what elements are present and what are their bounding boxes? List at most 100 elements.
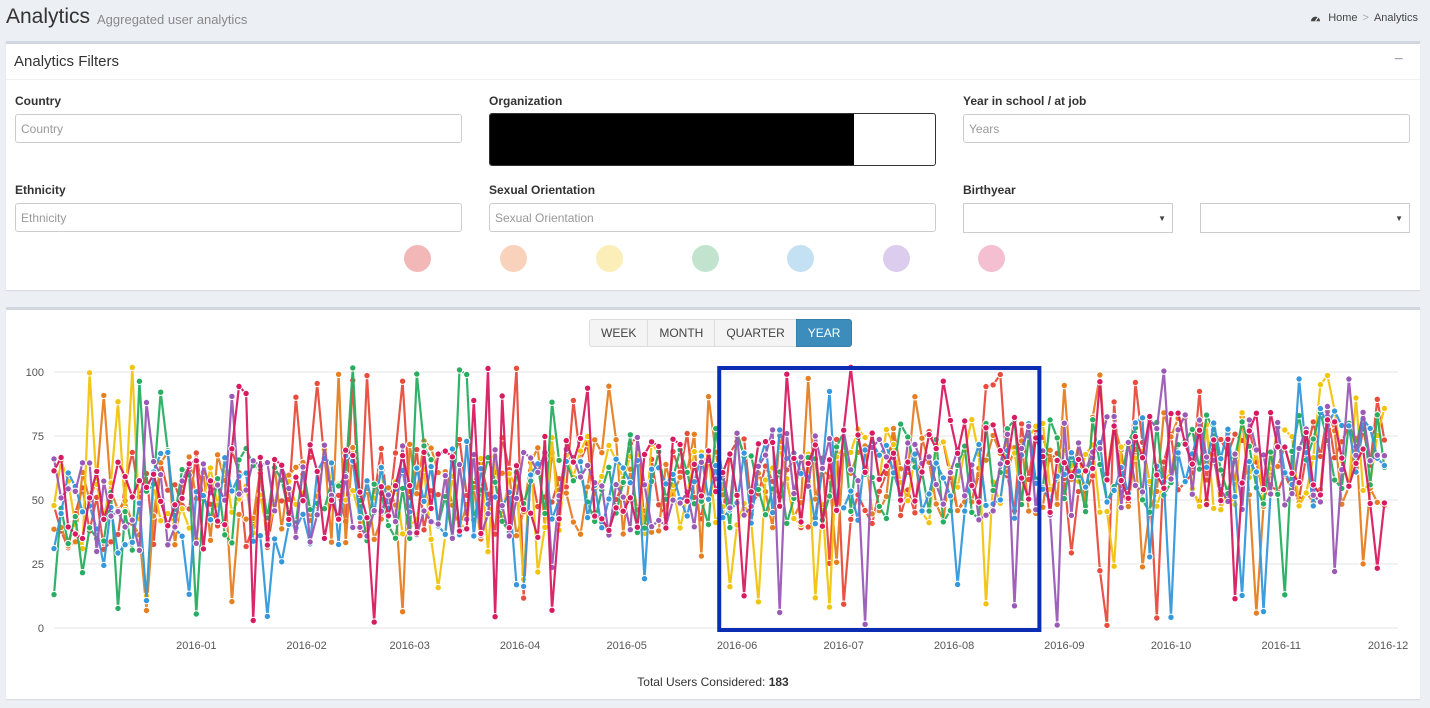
data-point (135, 477, 144, 485)
data-point (747, 452, 755, 460)
data-point (1025, 495, 1033, 503)
data-point (975, 440, 983, 449)
data-point (228, 445, 236, 453)
y-tick-label: 0 (38, 623, 44, 635)
data-point (78, 459, 87, 467)
data-point (1096, 508, 1104, 516)
data-point (1224, 425, 1232, 433)
data-point (484, 510, 492, 518)
data-point (178, 532, 186, 540)
data-point (832, 443, 841, 451)
period-button-week[interactable]: WEEK (589, 319, 649, 347)
year-label: Year in school / at job (963, 94, 1087, 108)
data-point (726, 450, 734, 458)
data-point (726, 523, 734, 532)
data-point (1323, 402, 1332, 411)
data-point (740, 511, 748, 519)
data-point (911, 509, 919, 517)
data-point (1010, 413, 1019, 422)
color-swatch[interactable] (596, 245, 623, 272)
data-point (1153, 471, 1161, 479)
data-point (847, 487, 855, 495)
country-input[interactable] (15, 114, 462, 143)
data-point (427, 518, 435, 526)
data-point (761, 476, 770, 484)
color-swatch[interactable] (404, 245, 431, 272)
data-point (576, 530, 585, 538)
ethnicity-input[interactable] (15, 203, 462, 232)
data-point (797, 518, 805, 526)
data-point (790, 514, 798, 523)
x-tick-label: 2016-11 (1261, 640, 1301, 652)
data-point (832, 558, 841, 567)
color-swatch[interactable] (692, 245, 719, 272)
data-point (64, 539, 72, 548)
data-point (1053, 434, 1061, 442)
data-point (896, 511, 905, 520)
years-input[interactable] (963, 114, 1410, 143)
data-point (64, 469, 72, 477)
data-point (904, 433, 912, 441)
data-point (1160, 484, 1168, 493)
data-point (1231, 493, 1239, 501)
data-point (242, 542, 250, 551)
data-point (455, 366, 464, 374)
data-point (583, 513, 592, 522)
color-swatch[interactable] (978, 245, 1005, 272)
data-point (562, 489, 570, 497)
data-point (968, 481, 976, 490)
data-point (157, 517, 165, 525)
data-point (1224, 435, 1232, 443)
data-point (576, 473, 585, 481)
data-point (1210, 504, 1218, 513)
data-point (57, 494, 65, 502)
organization-input[interactable] (489, 113, 936, 166)
color-swatch[interactable] (787, 245, 814, 272)
data-point (391, 482, 400, 490)
color-swatch[interactable] (500, 245, 527, 272)
data-point (882, 514, 891, 523)
data-point (619, 493, 627, 501)
period-button-month[interactable]: MONTH (647, 319, 716, 347)
data-point (555, 515, 563, 523)
data-point (939, 474, 947, 482)
breadcrumb-home-link[interactable]: Home (1328, 12, 1357, 24)
y-tick-label: 25 (32, 559, 44, 571)
data-point (142, 398, 151, 407)
data-point (100, 391, 108, 400)
data-point (334, 515, 343, 523)
data-point (50, 525, 58, 533)
color-swatch[interactable] (883, 245, 910, 272)
birthyear-to-select[interactable]: ▼ (1200, 203, 1410, 233)
period-button-quarter[interactable]: QUARTER (714, 319, 797, 347)
chart-panel: WEEK MONTH QUARTER YEAR 0 25 50 75 100 2016-01 20… (6, 307, 1420, 699)
data-point (420, 526, 428, 534)
orientation-input[interactable] (489, 203, 936, 232)
data-point (1309, 453, 1318, 462)
data-point (647, 522, 656, 531)
data-point (598, 515, 606, 523)
data-point (1316, 404, 1325, 413)
data-point (1274, 490, 1282, 499)
period-button-year[interactable]: YEAR (795, 319, 853, 347)
data-point (427, 504, 435, 513)
data-point (612, 504, 620, 512)
data-point (534, 568, 542, 576)
data-point (1259, 607, 1268, 616)
redacted-region (490, 114, 854, 165)
data-point (811, 432, 819, 440)
collapse-button[interactable]: − (1394, 52, 1406, 68)
data-point (185, 453, 193, 461)
breadcrumb-current: Analytics (1373, 12, 1418, 24)
data-point (85, 369, 94, 377)
x-tick-label: 2016-06 (717, 640, 757, 652)
data-point (85, 494, 94, 502)
data-point (1060, 459, 1069, 467)
birthyear-from-select[interactable]: ▼ (963, 203, 1173, 233)
data-point (107, 492, 115, 501)
data-point (1302, 428, 1310, 437)
data-point (918, 434, 926, 442)
breadcrumb-separator: > (1362, 12, 1369, 24)
data-point (406, 529, 414, 537)
data-point (228, 392, 236, 401)
